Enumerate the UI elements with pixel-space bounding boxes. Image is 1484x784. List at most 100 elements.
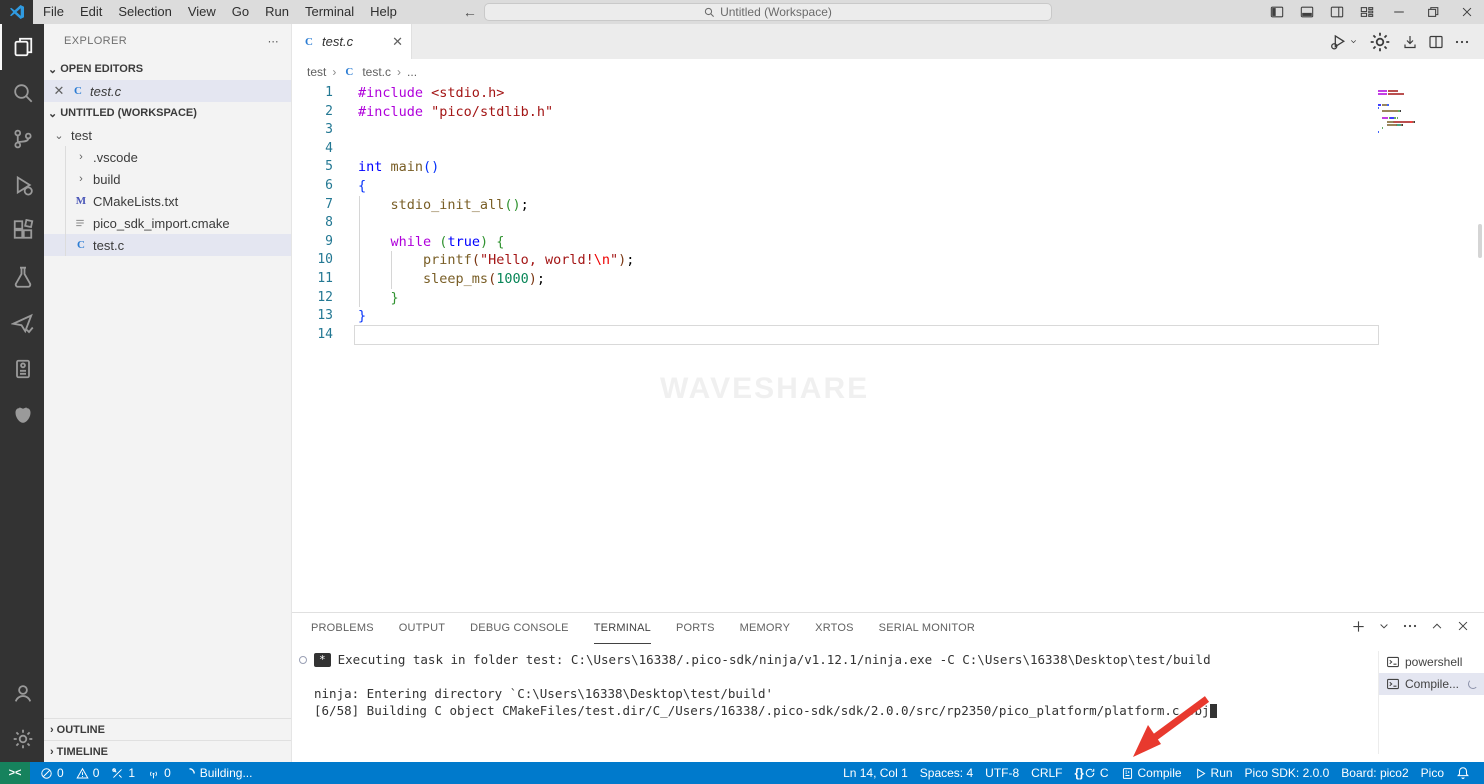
- menu-run[interactable]: Run: [257, 0, 297, 24]
- workspace-section[interactable]: ⌄ UNTITLED (WORKSPACE): [44, 102, 291, 124]
- activity-accounts[interactable]: [0, 670, 44, 716]
- menu-help[interactable]: Help: [362, 0, 405, 24]
- panel-more-button[interactable]: [1402, 618, 1418, 634]
- minimap[interactable]: [1378, 90, 1412, 137]
- status-run-button[interactable]: Run: [1188, 762, 1239, 784]
- run-dropdown-button[interactable]: [1330, 33, 1358, 50]
- editor-scrollbar[interactable]: [1478, 224, 1482, 258]
- minimize-button[interactable]: [1382, 0, 1416, 24]
- more-button[interactable]: [1454, 34, 1470, 50]
- panel-chevron-up-button[interactable]: [1430, 619, 1444, 633]
- chevron-down-icon: ⌄: [52, 129, 66, 142]
- c-file-icon: C: [302, 36, 316, 48]
- code-editor[interactable]: 1#include <stdio.h>2#include "pico/stdli…: [292, 84, 1484, 612]
- activity-raspberry-pi[interactable]: [0, 392, 44, 438]
- panel-tab-output[interactable]: OUTPUT: [399, 613, 445, 644]
- menu-file[interactable]: File: [35, 0, 72, 24]
- tree-item-pico-sdk-import-cmake[interactable]: pico_sdk_import.cmake: [44, 212, 291, 234]
- panel-chevron-down-button[interactable]: [1378, 620, 1390, 632]
- status-errors[interactable]: 0: [34, 762, 70, 784]
- flash-button[interactable]: [1402, 34, 1418, 50]
- panel-tab-problems[interactable]: PROBLEMS: [311, 613, 374, 644]
- status-board[interactable]: Board: pico2: [1335, 762, 1414, 784]
- activity-source-control[interactable]: [0, 116, 44, 162]
- status-pico[interactable]: Pico: [1415, 762, 1450, 784]
- code-line-3: 3: [292, 121, 1484, 140]
- open-editors-section[interactable]: ⌄ OPEN EDITORS: [44, 58, 291, 80]
- terminal-cursor: [1210, 704, 1217, 718]
- code-line-10: 10 printf("Hello, world!\n");: [292, 251, 1484, 270]
- activity-pico-project-wizard[interactable]: [0, 300, 44, 346]
- tree-item-build[interactable]: ›build: [44, 168, 291, 190]
- indent-guide: [65, 146, 66, 256]
- status-warnings[interactable]: 0: [70, 762, 106, 784]
- status-compile-button[interactable]: Compile: [1115, 762, 1188, 784]
- panel-tab-terminal[interactable]: TERMINAL: [594, 613, 651, 644]
- command-decoration-icon[interactable]: [299, 656, 307, 664]
- panel-tab-serial-monitor[interactable]: SERIAL MONITOR: [879, 613, 975, 644]
- status-cursor-position[interactable]: Ln 14, Col 1: [837, 762, 914, 784]
- terminal-tab-powershell[interactable]: powershell: [1379, 651, 1484, 673]
- status-language-mode[interactable]: {}C: [1069, 762, 1115, 784]
- terminal[interactable]: *Executing task in folder test: C:\Users…: [292, 651, 1376, 762]
- timeline-section[interactable]: › TIMELINE: [44, 740, 291, 762]
- menu-selection[interactable]: Selection: [110, 0, 179, 24]
- tab-test-c[interactable]: C test.c ✕: [292, 24, 412, 59]
- status-ports[interactable]: 0: [141, 762, 177, 784]
- layout-sidebar-right-button[interactable]: [1322, 0, 1352, 24]
- activity-testing[interactable]: [0, 254, 44, 300]
- panel-close-button[interactable]: [1456, 619, 1470, 633]
- command-center-search[interactable]: Untitled (Workspace): [484, 3, 1052, 21]
- nav-back-icon[interactable]: ←: [463, 4, 477, 20]
- status-indentation[interactable]: Spaces: 4: [914, 762, 979, 784]
- close-button[interactable]: [1450, 0, 1484, 24]
- terminal-line: *Executing task in folder test: C:\Users…: [292, 651, 1376, 668]
- status-right: Ln 14, Col 1Spaces: 4UTF-8CRLF{}CCompile…: [837, 762, 1484, 784]
- activity-run-and-debug[interactable]: [0, 162, 44, 208]
- status-building-status[interactable]: Building...: [177, 762, 259, 784]
- panel-tab-xrtos[interactable]: XRTOS: [815, 613, 854, 644]
- menu-go[interactable]: Go: [224, 0, 257, 24]
- tree-item-test-c[interactable]: Ctest.c: [44, 234, 291, 256]
- panel-tab-debug-console[interactable]: DEBUG CONSOLE: [470, 613, 569, 644]
- outline-section[interactable]: › OUTLINE: [44, 718, 291, 740]
- watermark: WAVESHARE: [660, 372, 869, 406]
- activity-bar: [0, 24, 44, 762]
- status-pico-sdk-version[interactable]: Pico SDK: 2.0.0: [1239, 762, 1336, 784]
- panel-tab-memory[interactable]: MEMORY: [740, 613, 791, 644]
- status-eol[interactable]: CRLF: [1025, 762, 1068, 784]
- activity-extensions[interactable]: [0, 208, 44, 254]
- workspace-title: Untitled (Workspace): [720, 5, 832, 19]
- panel-plus-button[interactable]: [1351, 619, 1366, 634]
- remote-indicator[interactable]: ><: [0, 762, 30, 784]
- tree-item-test[interactable]: ⌄test: [44, 124, 291, 146]
- open-editor-item-test-c[interactable]: ✕ C test.c: [44, 80, 291, 102]
- remote-icon: ><: [9, 767, 22, 779]
- status-cmake-tasks[interactable]: 1: [105, 762, 141, 784]
- split-editor-button[interactable]: [1428, 34, 1444, 50]
- breadcrumb[interactable]: test › C test.c › ...: [292, 59, 1484, 84]
- menu-edit[interactable]: Edit: [72, 0, 110, 24]
- menu-view[interactable]: View: [180, 0, 224, 24]
- activity-pico-board[interactable]: [0, 346, 44, 392]
- panel-tab-ports[interactable]: PORTS: [676, 613, 715, 644]
- gear-button[interactable]: [1368, 30, 1392, 54]
- terminal-tab-compile-[interactable]: Compile...: [1379, 673, 1484, 695]
- tree-item--vscode[interactable]: ›.vscode: [44, 146, 291, 168]
- activity-search[interactable]: [0, 70, 44, 116]
- layout-panel-button[interactable]: [1292, 0, 1322, 24]
- close-icon[interactable]: ✕: [52, 83, 66, 99]
- layout-sidebar-left-button[interactable]: [1262, 0, 1292, 24]
- close-icon[interactable]: ✕: [392, 34, 403, 50]
- status-encoding[interactable]: UTF-8: [979, 762, 1025, 784]
- tree-item-cmakelists-txt[interactable]: MCMakeLists.txt: [44, 190, 291, 212]
- activity-manage[interactable]: [0, 716, 44, 762]
- terminal-line: [292, 668, 1376, 685]
- activity-explorer[interactable]: [0, 24, 44, 70]
- menu-terminal[interactable]: Terminal: [297, 0, 362, 24]
- file-tree: ⌄test›.vscode›buildMCMakeLists.txtpico_s…: [44, 124, 291, 256]
- restore-button[interactable]: [1416, 0, 1450, 24]
- explorer-more-icon[interactable]: ⋯: [268, 35, 279, 48]
- status-notifications[interactable]: [1450, 762, 1476, 784]
- layout-grid-button[interactable]: [1352, 0, 1382, 24]
